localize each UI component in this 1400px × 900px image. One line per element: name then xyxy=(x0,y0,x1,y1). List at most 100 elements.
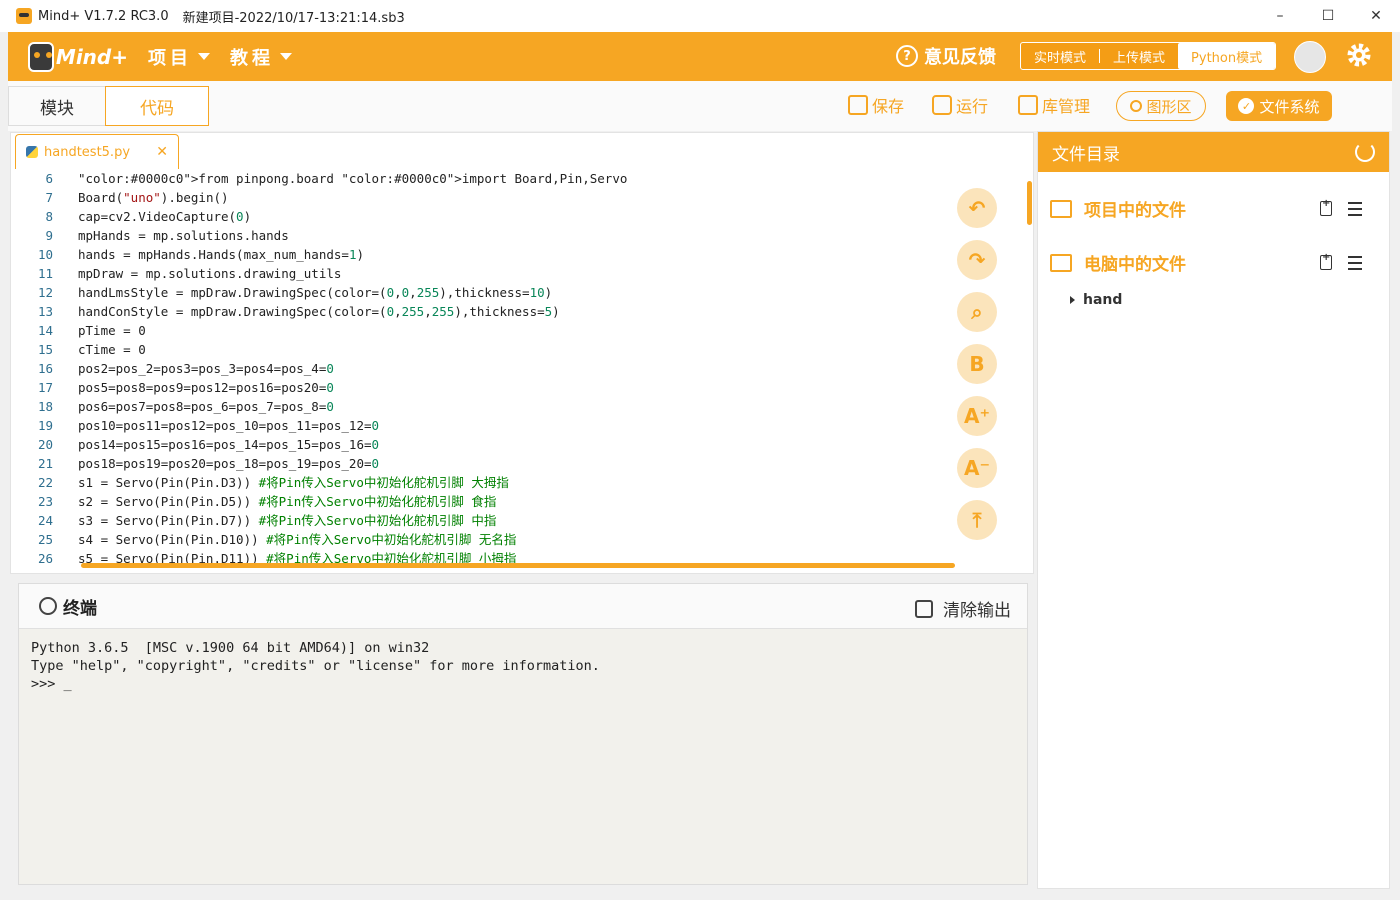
mode-realtime[interactable]: 实时模式 xyxy=(1021,43,1099,69)
line-number: 21 xyxy=(37,456,53,471)
code-line[interactable]: 7 Board("uno").begin() xyxy=(11,188,1021,207)
menu-project[interactable]: 项目 xyxy=(148,44,210,70)
code-line[interactable]: 16 pos2=pos_2=pos3=pos_3=pos4=pos_4=0 xyxy=(11,359,1021,378)
link-icon xyxy=(39,597,57,615)
code-line[interactable]: 26 s5 = Servo(Pin(Pin.D11)) #将Pin传入Servo中… xyxy=(11,549,1021,564)
computer-files-label: 电脑中的文件 xyxy=(1084,255,1186,275)
line-code: pos10=pos11=pos12=pos_10=pos_11=pos_12=0 xyxy=(78,418,380,433)
code-line[interactable]: 18 pos6=pos7=pos8=pos_6=pos_7=pos_8=0 xyxy=(11,397,1021,416)
mode-upload[interactable]: 上传模式 xyxy=(1100,43,1178,69)
avatar[interactable] xyxy=(1294,41,1326,73)
mindplus-logo[interactable]: Mind+ xyxy=(28,41,128,72)
play-icon xyxy=(932,95,952,115)
robot-icon xyxy=(28,41,54,72)
code-line[interactable]: 13 handConStyle = mpDraw.DrawingSpec(colo… xyxy=(11,302,1021,321)
line-number: 10 xyxy=(37,247,53,262)
file-system-button[interactable]: ✓ 文件系统 xyxy=(1226,91,1332,121)
graph-button[interactable]: 图形区 xyxy=(1116,91,1206,121)
feedback-button[interactable]: ? 意见反馈 xyxy=(896,43,996,69)
line-code: s1 = Servo(Pin(Pin.D3)) #将Pin传入Servo中初始化… xyxy=(78,475,509,490)
mode-python[interactable]: Python模式 xyxy=(1178,43,1276,69)
tab-code[interactable]: 代码 xyxy=(105,86,209,126)
top-bar: Mind+ 项目 教程 ? 意见反馈 实时模式 上传模式 Python模式 xyxy=(8,32,1392,81)
terminal-output[interactable]: Python 3.6.5 [MSC v.1900 64 bit AMD64)] … xyxy=(19,629,1027,703)
code-line[interactable]: 17 pos5=pos8=pos9=pos12=pos16=pos20=0 xyxy=(11,378,1021,397)
menu-tutorial-label: 教程 xyxy=(230,47,274,69)
tree-item-label: hand xyxy=(1083,292,1123,308)
code-line[interactable]: 12 handLmsStyle = mpDraw.DrawingSpec(colo… xyxy=(11,283,1021,302)
code-line[interactable]: 22 s1 = Servo(Pin(Pin.D3)) #将Pin传入Servo中初… xyxy=(11,473,1021,492)
save-button[interactable]: 保存 xyxy=(848,93,904,117)
line-number: 12 xyxy=(37,285,53,300)
line-number: 14 xyxy=(37,323,53,338)
scroll-top-button[interactable]: ⤒ xyxy=(957,500,997,540)
code-line[interactable]: 19 pos10=pos11=pos12=pos_10=pos_11=pos_12… xyxy=(11,416,1021,435)
redo-button[interactable]: ↷ xyxy=(957,240,997,280)
refresh-icon[interactable] xyxy=(1355,142,1375,162)
line-code: pos14=pos15=pos16=pos_14=pos_15=pos_16=0 xyxy=(78,437,380,452)
code-line[interactable]: 21 pos18=pos19=pos20=pos_18=pos_19=pos_20… xyxy=(11,454,1021,473)
font-decrease-button[interactable]: A⁻ xyxy=(957,448,997,488)
code-line[interactable]: 14 pTime = 0 xyxy=(11,321,1021,340)
code-area[interactable]: 6 "color:#0000c0">from pinpong.board "col… xyxy=(11,169,1021,564)
line-number: 13 xyxy=(37,304,53,319)
format-button[interactable]: B xyxy=(957,344,997,384)
new-file-icon[interactable] xyxy=(1320,252,1332,270)
line-code: mpHands = mp.solutions.hands xyxy=(78,228,289,243)
code-line[interactable]: 24 s3 = Servo(Pin(Pin.D7)) #将Pin传入Servo中初… xyxy=(11,511,1021,530)
project-name: 新建项目-2022/10/17-13:21:14.sb3 xyxy=(182,10,405,26)
save-label: 保存 xyxy=(872,97,905,116)
line-number: 17 xyxy=(37,380,53,395)
code-line[interactable]: 6 "color:#0000c0">from pinpong.board "col… xyxy=(11,169,1021,188)
line-number: 18 xyxy=(37,399,53,414)
code-line[interactable]: 15 cTime = 0 xyxy=(11,340,1021,359)
code-line[interactable]: 10 hands = mpHands.Hands(max_num_hands=1) xyxy=(11,245,1021,264)
close-icon[interactable]: ✕ xyxy=(156,144,168,160)
close-window-button[interactable]: ✕ xyxy=(1352,0,1400,32)
code-line[interactable]: 8 cap=cv2.VideoCapture(0) xyxy=(11,207,1021,226)
search-button[interactable]: ⌕ xyxy=(957,292,997,332)
font-increase-button[interactable]: A⁺ xyxy=(957,396,997,436)
feedback-label: 意见反馈 xyxy=(924,47,996,68)
project-files-label: 项目中的文件 xyxy=(1084,201,1186,221)
line-number: 26 xyxy=(37,551,53,564)
logo-text: Mind+ xyxy=(55,44,128,69)
vertical-scrollbar[interactable] xyxy=(1027,181,1032,225)
project-files-section[interactable]: 项目中的文件 xyxy=(1050,196,1380,221)
line-number: 20 xyxy=(37,437,53,452)
computer-files-section[interactable]: 电脑中的文件 xyxy=(1050,250,1380,275)
line-code: mpDraw = mp.solutions.drawing_utils xyxy=(78,266,342,281)
code-line[interactable]: 9 mpHands = mp.solutions.hands xyxy=(11,226,1021,245)
python-icon xyxy=(26,146,38,158)
clear-output-button[interactable]: 清除输出 xyxy=(915,596,1011,621)
line-number: 24 xyxy=(37,513,53,528)
file-panel-title: 文件目录 xyxy=(1052,144,1120,165)
tab-blocks[interactable]: 模块 xyxy=(8,86,106,126)
menu-icon[interactable] xyxy=(1348,201,1362,216)
menu-icon[interactable] xyxy=(1348,255,1362,270)
chevron-right-icon xyxy=(1070,296,1075,304)
code-line[interactable]: 23 s2 = Servo(Pin(Pin.D5)) #将Pin传入Servo中初… xyxy=(11,492,1021,511)
menu-tutorial[interactable]: 教程 xyxy=(230,44,292,70)
minimize-button[interactable]: – xyxy=(1256,0,1304,32)
code-line[interactable]: 20 pos14=pos15=pos16=pos_14=pos_15=pos_16… xyxy=(11,435,1021,454)
code-line[interactable]: 11 mpDraw = mp.solutions.drawing_utils xyxy=(11,264,1021,283)
eraser-icon xyxy=(915,599,933,618)
line-number: 9 xyxy=(45,228,53,243)
maximize-button[interactable]: ☐ xyxy=(1304,0,1352,32)
library-button[interactable]: 库管理 xyxy=(1018,93,1090,117)
chevron-down-icon xyxy=(198,53,210,60)
file-tab[interactable]: handtest5.py ✕ xyxy=(15,134,179,169)
graph-label: 图形区 xyxy=(1146,97,1192,116)
new-file-icon[interactable] xyxy=(1320,198,1332,216)
gear-icon[interactable] xyxy=(1346,42,1372,68)
line-code: pos5=pos8=pos9=pos12=pos16=pos20=0 xyxy=(78,380,334,395)
line-number: 6 xyxy=(45,171,53,186)
tree-item-hand[interactable]: hand xyxy=(1070,292,1122,308)
run-button[interactable]: 运行 xyxy=(932,93,988,117)
line-number: 22 xyxy=(37,475,53,490)
file-tab-label: handtest5.py xyxy=(44,144,131,160)
code-line[interactable]: 25 s4 = Servo(Pin(Pin.D10)) #将Pin传入Servo中… xyxy=(11,530,1021,549)
undo-button[interactable]: ↶ xyxy=(957,188,997,228)
horizontal-scrollbar[interactable] xyxy=(81,563,955,568)
